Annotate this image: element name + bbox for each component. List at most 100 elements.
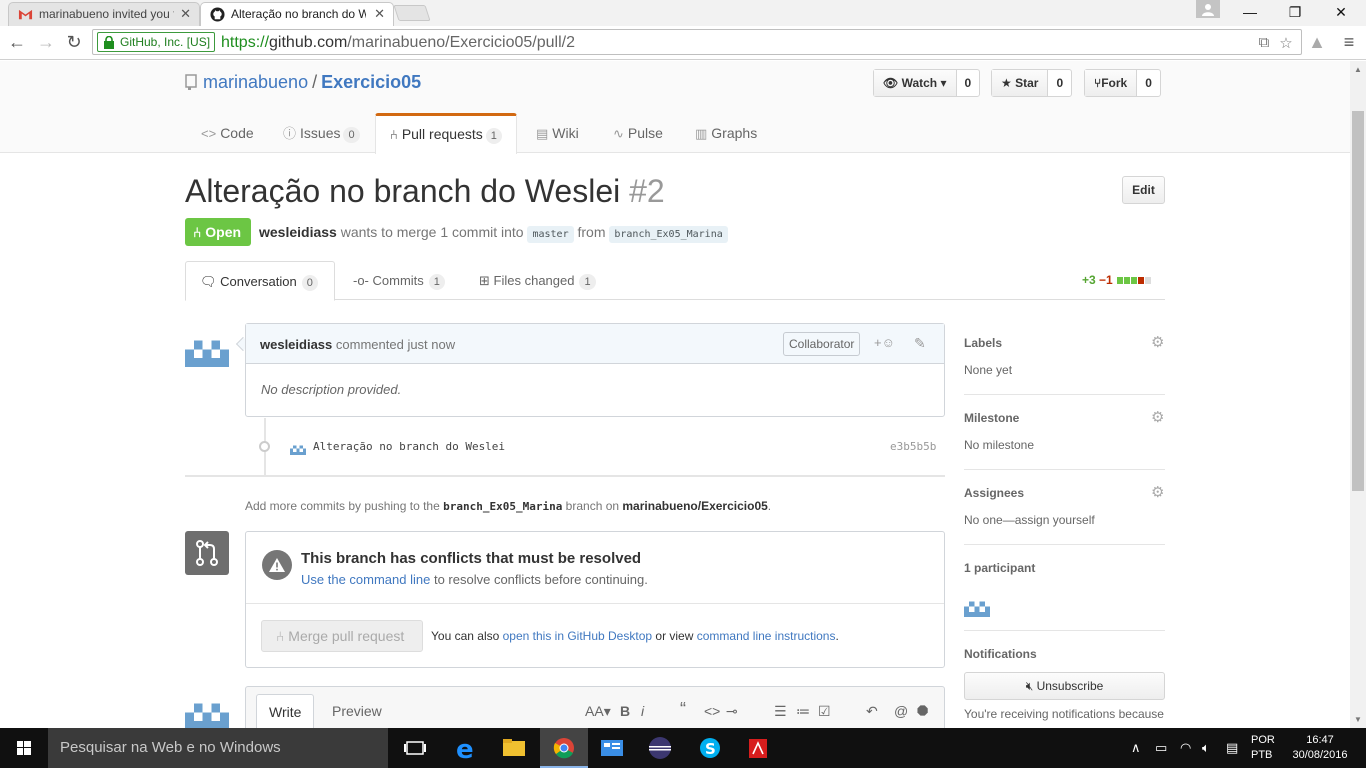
diffstat[interactable]: +3 −1 xyxy=(1082,273,1152,287)
repo-nav-wiki[interactable]: ▤ Wiki xyxy=(522,113,593,153)
new-tab-button[interactable] xyxy=(393,5,431,21)
issues-counter: 0 xyxy=(343,127,360,143)
volume-icon[interactable]: 🔈︎ xyxy=(1202,740,1210,756)
comment-author-link[interactable]: wesleidiass xyxy=(260,337,332,352)
chevron-up-icon[interactable]: ∧ xyxy=(1131,740,1141,756)
scroll-up-arrow-icon[interactable]: ▲ xyxy=(1354,65,1362,74)
translate-icon[interactable]: ⧉ xyxy=(1255,34,1273,52)
close-icon[interactable]: ✕ xyxy=(374,6,385,22)
restore-icon[interactable]: ❐ xyxy=(1272,0,1318,24)
wifi-icon[interactable]: ◠ xyxy=(1180,740,1191,756)
profile-icon[interactable] xyxy=(1196,0,1220,18)
close-icon[interactable]: ✕ xyxy=(180,6,191,22)
tab-commits[interactable]: -o- Commits 1 xyxy=(339,261,459,300)
repo-nav-code[interactable]: <> Code xyxy=(187,113,268,153)
commit-message-link[interactable]: Alteração no branch do Weslei xyxy=(313,440,505,453)
watch-count[interactable]: 0 xyxy=(957,70,980,96)
commit-sha-link[interactable]: e3b5b5b xyxy=(890,440,936,453)
repo-owner-link[interactable]: marinabueno xyxy=(203,72,308,92)
eclipse-icon[interactable] xyxy=(636,728,684,768)
bulleted-list-icon[interactable]: ☰ xyxy=(774,703,787,720)
window-close-icon[interactable]: ✕ xyxy=(1318,0,1364,24)
avatar[interactable] xyxy=(185,323,229,367)
scrollbar-thumb[interactable] xyxy=(1352,111,1364,491)
tab-write[interactable]: Write xyxy=(256,694,315,728)
repo-name-link[interactable]: Exercicio05 xyxy=(321,72,421,92)
reload-icon[interactable]: ↻ xyxy=(63,32,85,54)
bookmark-star-icon[interactable]: ☆ xyxy=(1277,34,1295,52)
extension-icon[interactable]: ▲ xyxy=(1306,32,1328,54)
star-count[interactable]: 0 xyxy=(1048,70,1071,96)
task-view-icon[interactable] xyxy=(392,728,440,768)
chrome-icon[interactable] xyxy=(540,728,588,768)
command-line-instructions-link[interactable]: command line instructions xyxy=(697,629,836,643)
merge-pull-request-button[interactable]: ⑃ Merge pull request xyxy=(261,620,423,652)
numbered-list-icon[interactable]: ≔ xyxy=(796,703,810,720)
assignees-value[interactable]: No one—assign yourself xyxy=(964,513,1095,527)
clock[interactable]: 16:47 30/08/2016 xyxy=(1290,733,1350,763)
star-button[interactable]: ★ Star xyxy=(992,70,1049,96)
tab-files-changed[interactable]: ⊞ Files changed 1 xyxy=(465,261,610,300)
address-bar[interactable]: GitHub, Inc. [US] https://github.com/mar… xyxy=(92,29,1302,55)
fork-button[interactable]: ⑂Fork xyxy=(1085,70,1138,96)
control-panel-icon[interactable] xyxy=(588,728,636,768)
unsubscribe-button[interactable]: 🔇︎ Unsubscribe xyxy=(964,672,1165,700)
chrome-menu-icon[interactable]: ≡ xyxy=(1338,32,1360,54)
mention-icon[interactable]: @ xyxy=(894,703,908,719)
code-icon[interactable]: <> xyxy=(704,703,720,719)
avatar[interactable] xyxy=(290,439,306,455)
back-arrow-icon[interactable]: ← xyxy=(6,32,28,54)
text-size-icon[interactable]: AA▾ xyxy=(585,703,611,720)
action-center-icon[interactable]: ▤ xyxy=(1226,740,1238,756)
head-branch[interactable]: branch_Ex05_Marina xyxy=(609,226,728,243)
command-line-link[interactable]: Use the command line xyxy=(301,572,430,587)
scrollbar[interactable]: ▲ ▼ xyxy=(1350,61,1366,728)
italic-icon[interactable]: i xyxy=(641,703,644,719)
alert-icon xyxy=(262,550,292,580)
tab-conversation[interactable]: 🗨 Conversation 0 xyxy=(185,261,335,301)
scroll-down-arrow-icon[interactable]: ▼ xyxy=(1354,715,1362,724)
gear-icon[interactable]: ⚙ xyxy=(1151,335,1165,350)
gear-icon[interactable]: ⚙ xyxy=(1151,485,1165,500)
quote-icon[interactable]: “ xyxy=(680,699,686,720)
file-explorer-icon[interactable] xyxy=(490,728,538,768)
task-list-icon[interactable]: ☑ xyxy=(818,703,831,720)
fork-count[interactable]: 0 xyxy=(1137,70,1160,96)
merge-status: This branch has conflicts that must be r… xyxy=(246,532,944,604)
gear-icon[interactable]: ⚙ xyxy=(1151,410,1165,425)
taskbar-search-input[interactable]: Pesquisar na Web e no Windows xyxy=(48,728,388,768)
url-text[interactable]: https://github.com/marinabueno/Exercicio… xyxy=(221,34,575,52)
minimize-icon[interactable]: — xyxy=(1227,0,1273,24)
repo-nav-graphs[interactable]: ▥ Graphs xyxy=(681,113,771,153)
edge-icon[interactable]: e xyxy=(442,728,490,768)
avatar[interactable] xyxy=(964,591,990,617)
repo-nav-pull-requests[interactable]: ⑃ Pull requests 1 xyxy=(375,113,517,154)
open-in-desktop-link[interactable]: open this in GitHub Desktop xyxy=(503,629,652,643)
bold-icon[interactable]: B xyxy=(620,703,630,719)
skype-icon[interactable]: S xyxy=(686,728,734,768)
tab-github[interactable]: Alteração no branch do W ✕ xyxy=(200,2,394,26)
merge-alt-text: or view xyxy=(655,629,694,643)
tab-preview[interactable]: Preview xyxy=(320,694,394,728)
add-reaction-icon[interactable]: +☺ xyxy=(874,335,895,350)
bookmark-icon[interactable]: ⯃ xyxy=(917,703,928,720)
acrobat-icon[interactable] xyxy=(734,728,782,768)
secure-connection-badge[interactable]: GitHub, Inc. [US] xyxy=(97,32,216,52)
repo-nav-issues[interactable]: ⓘ Issues 0 xyxy=(269,113,374,153)
pencil-icon[interactable]: ✎ xyxy=(914,335,926,352)
repo-title: marinabueno / Exercicio05 xyxy=(185,72,421,93)
repo-nav-pulse[interactable]: ∿ Pulse xyxy=(599,113,677,153)
watch-button[interactable]: 👁 Watch ▾ xyxy=(874,70,957,96)
reply-icon[interactable]: ↶ xyxy=(866,703,878,720)
windows-start-icon[interactable] xyxy=(0,728,48,768)
tab-gmail[interactable]: marinabueno invited you t ✕ xyxy=(8,2,200,26)
base-branch[interactable]: master xyxy=(527,226,574,243)
pr-author-link[interactable]: wesleidiass xyxy=(259,224,337,240)
edit-title-button[interactable]: Edit xyxy=(1122,176,1165,204)
avatar[interactable] xyxy=(185,686,229,728)
input-language[interactable]: POR PTB xyxy=(1251,733,1275,763)
comment-timestamp[interactable]: commented just now xyxy=(336,337,455,352)
link-icon[interactable]: ⊸ xyxy=(726,703,738,720)
forward-arrow-icon[interactable]: → xyxy=(35,32,57,54)
battery-icon[interactable]: ▭ xyxy=(1155,740,1167,756)
